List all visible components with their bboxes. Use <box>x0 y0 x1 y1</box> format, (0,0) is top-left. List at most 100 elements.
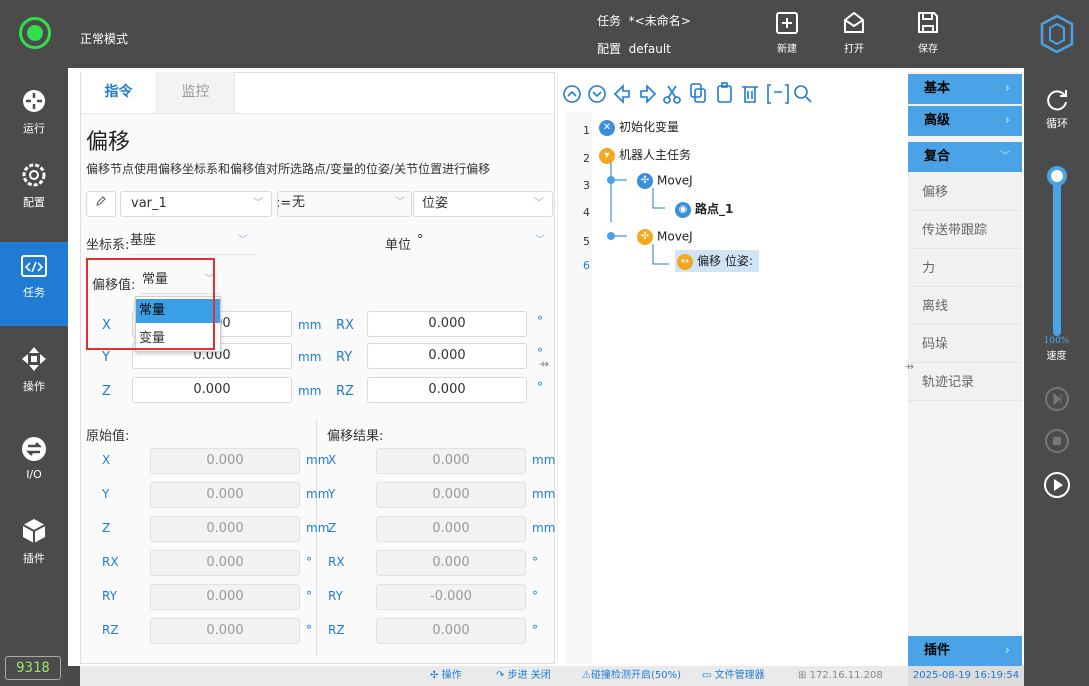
nav-io[interactable]: I/O <box>0 424 68 498</box>
pencil-icon <box>96 196 106 206</box>
waypoint-icon: ◉ <box>675 201 691 218</box>
tab-monitor[interactable]: 监控 <box>157 72 235 113</box>
cut-icon <box>663 85 681 104</box>
tree-node-movej-2[interactable]: ✣ MoveJ <box>637 229 693 245</box>
coord-select[interactable]: 基座 ﹀ <box>130 229 256 255</box>
splitter-handle-icon[interactable]: ⇸ <box>905 360 914 373</box>
unit-select[interactable]: ° ﹀ <box>413 229 553 255</box>
category-item[interactable]: 传送带跟踪 <box>908 212 1022 249</box>
status-files-label: 文件管理器 <box>714 670 765 681</box>
config-info: 配置 default <box>597 40 671 57</box>
result-value-field: 0.000 <box>376 448 526 474</box>
nav-operate[interactable]: 操作 <box>0 334 68 408</box>
result-label: Y <box>328 487 336 501</box>
tree-node-label: 路点_1 <box>695 202 734 216</box>
status-step[interactable]: ↷ 步进 关闭 <box>496 666 551 686</box>
nav-task-label: 任务 <box>23 286 45 299</box>
close-x-icon: ✕ <box>599 119 615 136</box>
nav-config[interactable]: 配置 <box>0 150 68 224</box>
result-value-field: 0.000 <box>376 516 526 542</box>
edit-button[interactable] <box>86 191 116 217</box>
speed-slider-handle[interactable] <box>1047 166 1067 186</box>
category-plugin[interactable]: 插件 › <box>908 636 1022 666</box>
collision-icon: ⚠ <box>582 670 591 681</box>
result-label: RY <box>328 589 343 603</box>
chevron-down-icon: ﹀ <box>1000 151 1010 162</box>
type-select[interactable]: 位姿 ﹀ <box>413 191 553 217</box>
loop-button[interactable]: 循环 <box>1040 86 1074 131</box>
redo-icon <box>640 84 657 104</box>
offset-z-input[interactable]: 0.000 <box>132 377 292 403</box>
chevron-right-icon: › <box>1004 81 1010 96</box>
nav-run[interactable]: 运行 <box>0 76 68 150</box>
logo-icon <box>1040 14 1074 54</box>
stop-button-icon[interactable] <box>1044 428 1070 454</box>
offset-rz-input[interactable]: 0.000 <box>367 377 527 403</box>
task-label: 任务 <box>597 14 622 28</box>
category-item[interactable]: 偏移 <box>908 174 1022 211</box>
result-value-field: 0.000 <box>376 618 526 644</box>
tree-line-number: 4 <box>583 206 590 219</box>
category-item[interactable]: 离线 <box>908 288 1022 325</box>
move-arrows-icon: ✣ <box>430 670 439 681</box>
tab-command[interactable]: 指令 <box>81 72 157 113</box>
original-label: X <box>102 453 111 467</box>
step-button-icon[interactable] <box>1044 386 1070 412</box>
status-file-manager[interactable]: ▭ 文件管理器 <box>702 666 765 686</box>
status-collision[interactable]: ⚠碰撞检测开启(50%) <box>582 666 681 686</box>
status-indicator-icon[interactable] <box>19 17 51 49</box>
collapse-arrow-icon: ▾ <box>599 147 615 164</box>
result-label: RX <box>328 555 345 569</box>
speed-label: 速度 <box>1046 351 1067 362</box>
tree-node-init-vars[interactable]: ✕ 初始化变量 <box>599 118 679 136</box>
offset-z-label: Z <box>102 384 111 399</box>
result-label: X <box>328 453 337 467</box>
category-item[interactable]: 力 <box>908 250 1022 287</box>
open-button[interactable]: 打开 <box>832 6 876 64</box>
delete-icon <box>742 86 758 103</box>
original-value-field: 0.000 <box>150 482 300 508</box>
category-basic[interactable]: 基本 › <box>908 74 1022 104</box>
open-icon <box>844 11 864 33</box>
chevron-right-icon: › <box>1004 643 1010 658</box>
new-button[interactable]: 新建 <box>765 6 809 64</box>
play-button-icon[interactable] <box>1042 470 1072 500</box>
offset-rx-input[interactable]: 0.000 <box>367 311 527 337</box>
value-select[interactable]: 无 ﹀ <box>278 191 411 217</box>
tree-node-main-task[interactable]: ▾ 机器人主任务 <box>599 146 691 164</box>
category-item[interactable]: 码垛 <box>908 326 1022 363</box>
category-advanced[interactable]: 高级 › <box>908 106 1022 136</box>
original-value-field: 0.000 <box>150 584 300 610</box>
movej-icon: ✣ <box>637 173 653 189</box>
tree-node-offset-selected[interactable]: ↔ 偏移 位姿: <box>675 250 759 272</box>
chevron-down-icon: ﹀ <box>535 235 545 246</box>
tree-node-movej-1[interactable]: ✣ MoveJ <box>637 173 693 189</box>
splitter-handle-icon[interactable]: ⇸ <box>539 357 549 371</box>
chevron-down-icon: ﹀ <box>534 198 544 209</box>
tree-line-number: 3 <box>583 179 590 192</box>
save-label: 保存 <box>918 44 938 55</box>
run-icon <box>23 90 45 112</box>
save-button[interactable]: 保存 <box>906 6 950 64</box>
variable-select[interactable]: var_1 ﹀ <box>120 191 272 217</box>
tree-line-number: 5 <box>583 235 590 248</box>
unit-value: ° <box>417 233 424 248</box>
result-unit: ° <box>532 589 538 603</box>
offset-arrows-icon: ↔ <box>677 253 693 270</box>
speed-slider[interactable] <box>1053 176 1061 336</box>
tree-toolbar-icons <box>563 82 812 104</box>
copy-icon <box>690 83 706 103</box>
tree-node-waypoint[interactable]: ◉ 路点_1 <box>675 200 733 218</box>
status-collision-label: 碰撞检测开启(50%) <box>590 670 681 681</box>
offset-ry-input[interactable]: 0.000 <box>367 343 527 369</box>
value-text: 无 <box>292 195 306 210</box>
category-item[interactable]: 轨迹记录 <box>908 364 1022 401</box>
nav-run-label: 运行 <box>23 122 45 135</box>
original-label: Y <box>102 487 110 501</box>
nav-task[interactable]: 任务 <box>0 242 68 326</box>
config-gear-icon <box>22 163 46 187</box>
nav-plugin[interactable]: 插件 <box>0 506 68 580</box>
original-value-field: 0.000 <box>150 448 300 474</box>
category-compound[interactable]: 复合 ﹀ <box>908 142 1022 172</box>
status-operate[interactable]: ✣ 操作 <box>430 666 462 686</box>
